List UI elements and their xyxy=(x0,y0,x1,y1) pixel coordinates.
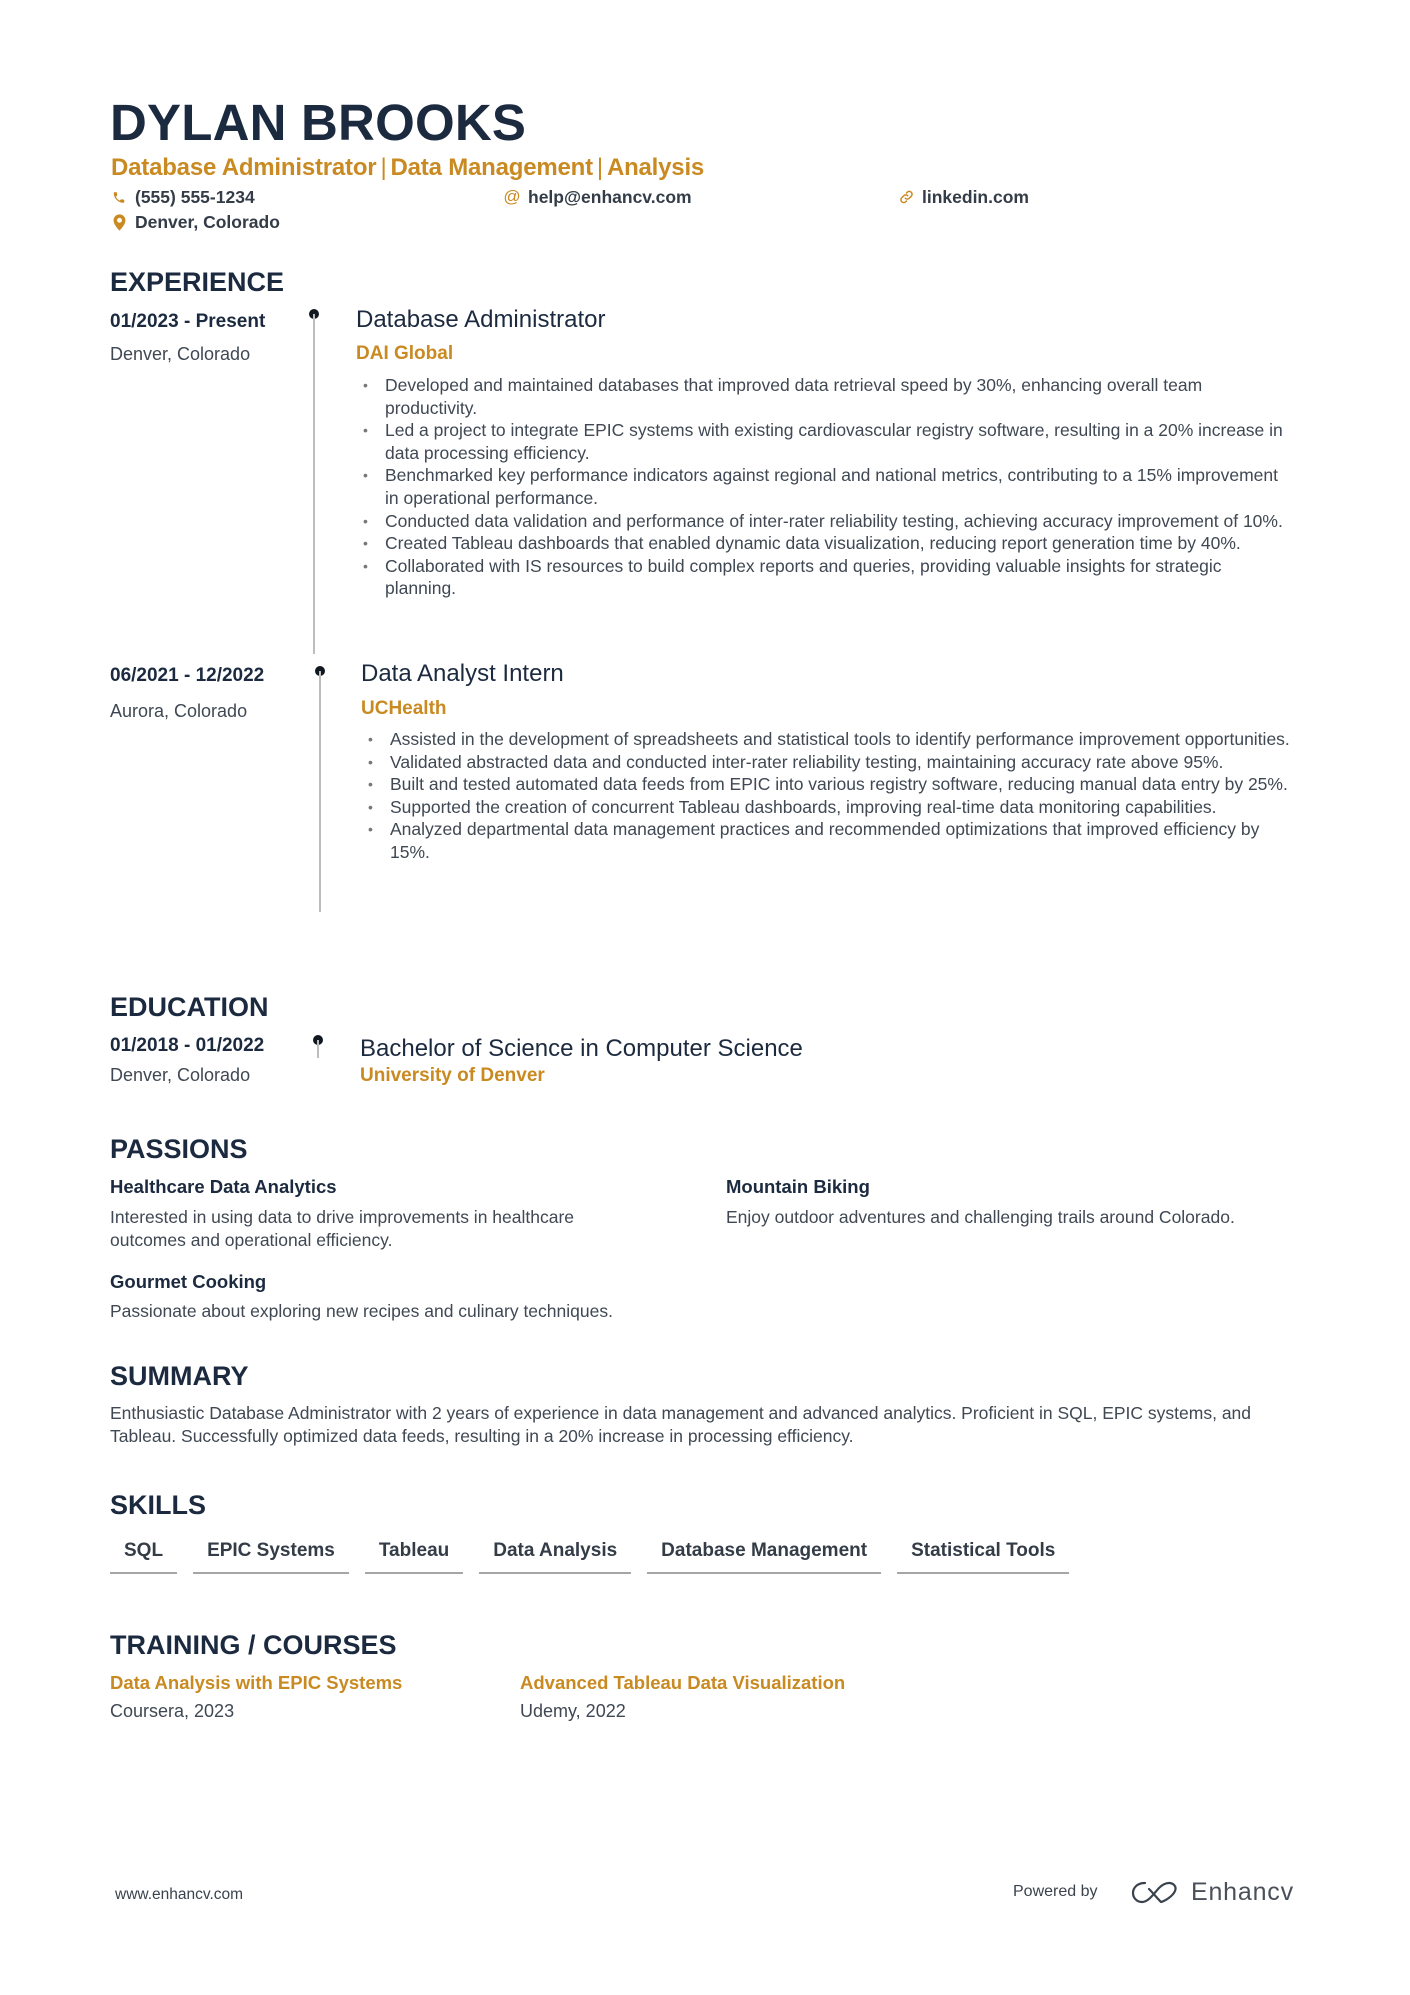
bullet-dot-icon: • xyxy=(368,753,373,770)
bullet-item: • Assisted in the development of spreadsh… xyxy=(368,728,1290,751)
contact-phone[interactable]: (555) 555-1234 xyxy=(111,186,255,208)
bullet-dot-icon: • xyxy=(363,467,368,484)
bullet-text: Created Tableau dashboards that enabled … xyxy=(385,533,1241,554)
bullet-text: Supported the creation of concurrent Tab… xyxy=(390,796,1217,817)
bullet-text: Led a project to integrate EPIC systems … xyxy=(385,420,1283,463)
course-title: Advanced Tableau Data Visualization xyxy=(520,1672,846,1693)
bullet-item: • Validated abstracted data and conducted… xyxy=(368,751,1290,774)
experience-bullets: • Assisted in the development of spreadsh… xyxy=(368,728,1290,864)
passion-title: Healthcare Data Analytics xyxy=(110,1176,337,1197)
education-dates: 01/2018 - 01/2022 xyxy=(110,1035,265,1056)
headline: Database Administrator | Data Management | A… xyxy=(111,154,704,183)
headline-separator: | xyxy=(596,154,603,181)
experience-location: Aurora, Colorado xyxy=(110,701,248,721)
contact-email[interactable]: @ help@enhancv.com xyxy=(503,186,692,208)
headline-separator: | xyxy=(380,154,387,181)
bullet-item: • Supported the creation of concurrent Ta… xyxy=(368,796,1290,819)
bullet-item: • Analyzed departmental data management p… xyxy=(368,818,1290,863)
bullet-text: Benchmarked key performance indicators a… xyxy=(385,465,1278,508)
headline-role: Database Administrator xyxy=(111,154,377,181)
bullet-text: Validated abstracted data and conducted … xyxy=(390,751,1224,772)
passion-description: Passionate about exploring new recipes a… xyxy=(110,1301,613,1321)
job-title: Database Administrator xyxy=(356,306,606,333)
bullet-dot-icon: • xyxy=(363,512,368,529)
footer-website-link[interactable]: www.enhancv.com xyxy=(115,1886,243,1905)
phone-icon xyxy=(111,188,127,206)
bullet-item: • Built and tested automated data feeds f… xyxy=(368,773,1290,796)
bullet-dot-icon: • xyxy=(368,731,373,747)
experience-dates: 06/2021 - 12/2022 xyxy=(110,665,265,686)
course-title: Data Analysis with EPIC Systems xyxy=(110,1672,403,1693)
bullet-dot-icon: • xyxy=(363,535,368,552)
bullet-text: Assisted in the development of spreadshe… xyxy=(390,729,1290,749)
at-icon: @ xyxy=(503,187,521,206)
bullet-text: Built and tested automated data feeds fr… xyxy=(390,774,1288,795)
skill-tag: Database Management xyxy=(647,1538,882,1574)
linkedin-text: linkedin.com xyxy=(922,187,1029,207)
headline-focus-2: Analysis xyxy=(606,154,705,181)
bullet-item: • Benchmarked key performance indicators … xyxy=(363,464,1295,509)
skill-tag: SQL xyxy=(110,1538,178,1574)
timeline-line xyxy=(317,1040,319,1058)
skill-tag: Tableau xyxy=(364,1538,464,1574)
section-title-education: EDUCATION xyxy=(110,992,269,1022)
summary-text: Enthusiastic Database Administrator with… xyxy=(110,1403,1252,1446)
bullet-text: Developed and maintained databases that … xyxy=(385,375,1203,418)
location-text: Denver, Colorado xyxy=(135,212,280,232)
section-title-summary: SUMMARY xyxy=(110,1361,249,1391)
headline-focus-1: Data Management xyxy=(390,154,594,181)
bullet-item: • Conducted data validation and performan… xyxy=(363,510,1295,533)
skill-tag: Statistical Tools xyxy=(897,1538,1070,1574)
course-provider: Udemy, 2022 xyxy=(520,1701,626,1721)
bullet-dot-icon: • xyxy=(368,821,373,838)
section-title-experience: EXPERIENCE xyxy=(110,267,285,297)
course-provider: Coursera, 2023 xyxy=(110,1701,235,1721)
bullet-text: Conducted data validation and performanc… xyxy=(385,510,1283,531)
passion-title: Gourmet Cooking xyxy=(110,1271,267,1292)
link-icon xyxy=(898,188,914,206)
bullet-dot-icon: • xyxy=(363,377,368,393)
school-name: University of Denver xyxy=(360,1065,545,1086)
contact-location: Denver, Colorado xyxy=(111,211,280,233)
bullet-text: Analyzed departmental data management pr… xyxy=(390,819,1260,862)
enhancv-brand-text: Enhancv xyxy=(1191,1878,1294,1906)
phone-text: (555) 555-1234 xyxy=(135,187,255,207)
company-name: DAI Global xyxy=(356,343,454,364)
passion-description: Interested in using data to drive improv… xyxy=(110,1207,575,1250)
bullet-text: Collaborated with IS resources to build … xyxy=(385,555,1222,599)
skill-tag: Data Analysis xyxy=(479,1538,632,1574)
section-title-training: TRAINING / COURSES xyxy=(110,1630,397,1660)
section-title-skills: SKILLS xyxy=(110,1490,207,1520)
company-name: UCHealth xyxy=(361,698,447,719)
skills-list: SQL EPIC Systems Tableau Data Analysis D… xyxy=(110,1538,1070,1574)
bullet-dot-icon: • xyxy=(368,798,373,815)
powered-by-label: Powered by xyxy=(1013,1883,1098,1900)
section-title-passions: PASSIONS xyxy=(110,1134,248,1164)
bullet-dot-icon: • xyxy=(363,557,368,574)
location-pin-icon xyxy=(111,213,127,231)
timeline-line xyxy=(313,314,315,654)
bullet-item: • Collaborated with IS resources to build… xyxy=(363,555,1295,600)
education-location: Denver, Colorado xyxy=(110,1065,251,1085)
experience-dates: 01/2023 - Present xyxy=(110,311,266,332)
bullet-item: • Led a project to integrate EPIC systems… xyxy=(363,419,1295,464)
enhancv-logo-icon xyxy=(1131,1881,1177,1904)
timeline-line xyxy=(319,671,321,912)
email-text: help@enhancv.com xyxy=(528,187,692,207)
bullet-dot-icon: • xyxy=(368,776,373,793)
skill-tag: EPIC Systems xyxy=(193,1538,349,1574)
passion-title: Mountain Biking xyxy=(726,1176,870,1197)
bullet-dot-icon: • xyxy=(363,422,368,439)
passion-description: Enjoy outdoor adventures and challenging… xyxy=(726,1207,1235,1227)
contact-linkedin[interactable]: linkedin.com xyxy=(898,186,1029,208)
degree-title: Bachelor of Science in Computer Science xyxy=(360,1035,803,1062)
job-title: Data Analyst Intern xyxy=(361,660,564,687)
experience-location: Denver, Colorado xyxy=(110,344,251,364)
bullet-item: • Developed and maintained databases that… xyxy=(363,374,1295,419)
experience-bullets: • Developed and maintained databases that… xyxy=(363,374,1295,600)
bullet-item: • Created Tableau dashboards that enabled… xyxy=(363,532,1295,555)
candidate-name: DYLAN BROOKS xyxy=(110,94,527,151)
